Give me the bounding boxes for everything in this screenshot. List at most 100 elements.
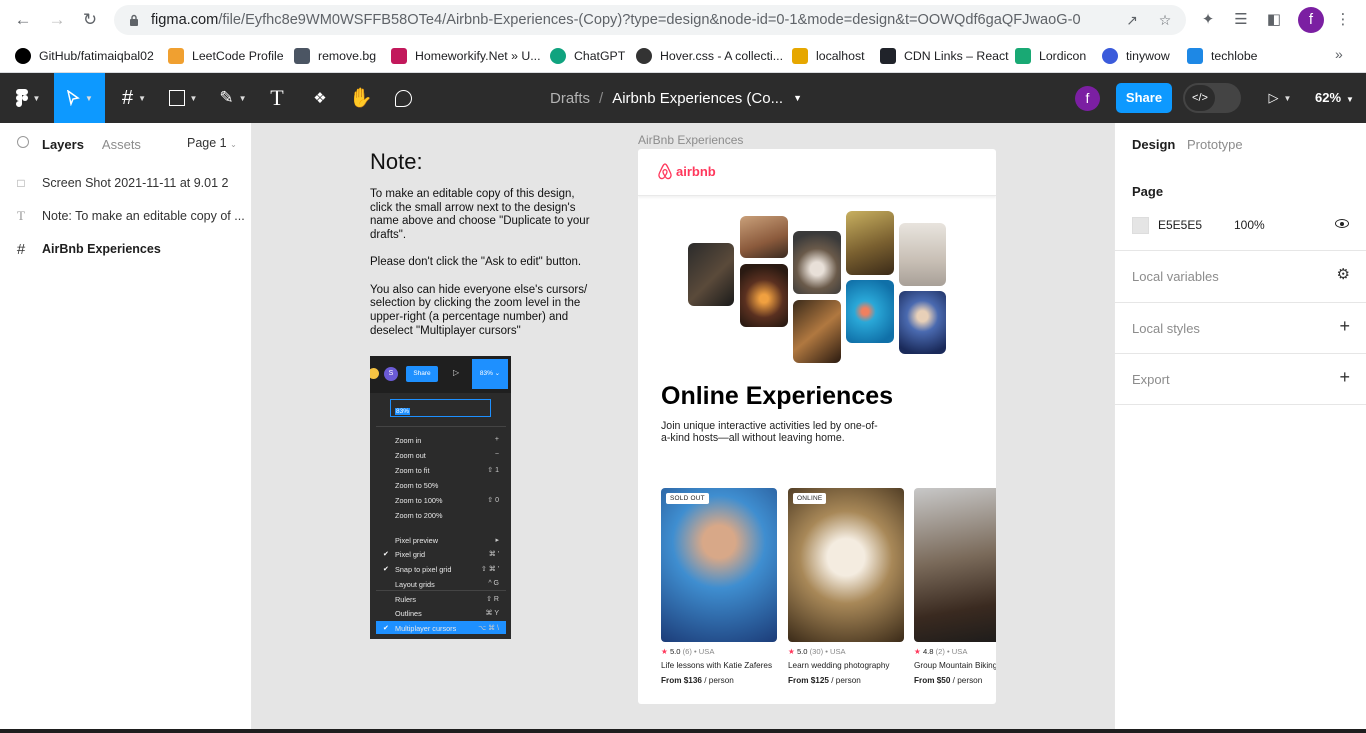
hovercss-icon xyxy=(636,48,652,64)
bookmark-star-icon[interactable]: ☆ xyxy=(1157,12,1173,28)
chatgpt-icon xyxy=(550,48,566,64)
bookmark-localhost[interactable]: localhost xyxy=(792,47,865,65)
bookmark-leetcode[interactable]: LeetCode Profile xyxy=(168,47,284,65)
note-paragraph: You also can hide everyone else's cursor… xyxy=(370,283,588,337)
text-tool[interactable]: T xyxy=(263,73,291,123)
profile-avatar[interactable]: f xyxy=(1298,7,1324,33)
local-styles-section[interactable]: Local styles + xyxy=(1115,303,1366,354)
present-button[interactable]: ▷ ▼ xyxy=(1260,73,1300,123)
logo-text: airbnb xyxy=(676,164,716,179)
kebab-menu-icon[interactable]: ⋮ xyxy=(1333,10,1353,30)
layer-name: AirBnb Experiences xyxy=(42,242,161,256)
zoom-input: 83% xyxy=(390,399,491,417)
tab-design[interactable]: Design xyxy=(1132,137,1175,152)
experience-card[interactable]: SOLD OUT ★ 5.0 (6) • USA Life lessons wi… xyxy=(661,488,777,685)
zoom-value: 62% xyxy=(1315,90,1342,105)
tab-prototype[interactable]: Prototype xyxy=(1187,137,1243,152)
page-selector[interactable]: Page 1 ⌄ xyxy=(187,136,237,150)
menu-item-shortcut: − xyxy=(494,451,499,458)
menu-item: Rulers xyxy=(395,595,417,604)
search-icon[interactable] xyxy=(17,136,29,148)
frame-label[interactable]: AirBnb Experiences xyxy=(638,133,743,147)
layer-name: Note: To make an editable copy of ... xyxy=(42,209,245,223)
reload-icon[interactable]: ↻ xyxy=(75,5,105,35)
page-color-value[interactable]: E5E5E5 xyxy=(1158,218,1202,232)
tab-layers[interactable]: Layers xyxy=(42,137,84,152)
menu-item: Zoom to 100% xyxy=(395,496,443,505)
layer-item[interactable]: # AirBnb Experiences xyxy=(0,234,252,264)
hand-tool[interactable]: ✋ xyxy=(347,73,375,123)
page-opacity-value[interactable]: 100% xyxy=(1234,218,1265,232)
bookmark-chatgpt[interactable]: ChatGPT xyxy=(550,47,625,65)
menu-item: Pixel preview xyxy=(395,536,438,545)
url-text: figma.com/file/Eyfhc8e9WM0WSFFB58OTe4/Ai… xyxy=(151,12,1081,28)
photo-grid-image xyxy=(793,231,841,294)
bookmark-techlobe[interactable]: techlobe xyxy=(1187,47,1258,65)
bookmark-cdn-links[interactable]: CDN Links – React xyxy=(880,47,1009,65)
card-rating: ★ 5.0 (30) • USA xyxy=(788,647,846,656)
more-bookmarks-icon[interactable]: » xyxy=(1335,46,1343,62)
photo-grid-image xyxy=(899,291,946,354)
lordicon-icon xyxy=(1015,48,1031,64)
share-button[interactable]: Share xyxy=(1116,83,1172,113)
dev-mode-toggle[interactable]: </> xyxy=(1183,83,1241,113)
status-badge: ONLINE xyxy=(793,493,827,504)
breadcrumb-drafts[interactable]: Drafts xyxy=(550,90,590,107)
extensions-puzzle-icon[interactable]: ✦ xyxy=(1198,10,1218,30)
techlobe-icon xyxy=(1187,48,1203,64)
design-canvas[interactable]: Note: To make an editable copy of this d… xyxy=(252,123,1114,733)
bookmark-lordicon[interactable]: Lordicon xyxy=(1015,47,1086,65)
airbnb-experiences-frame[interactable]: airbnb Online Experiences Join unique in… xyxy=(638,149,996,704)
homeworkify-icon xyxy=(391,48,407,64)
frame-tool[interactable]: # ▼ xyxy=(114,73,154,123)
screenshot-toolbar: S Share ▷ 83% ⌄ xyxy=(370,356,511,393)
visibility-eye-icon[interactable] xyxy=(1335,219,1349,228)
experience-card[interactable]: ★ 4.8 (2) • USA Group Mountain Biking Fr… xyxy=(914,488,996,685)
bookmark-tinywow[interactable]: tinywow xyxy=(1102,47,1170,65)
card-rating: ★ 4.8 (2) • USA xyxy=(914,647,968,656)
experience-card[interactable]: ONLINE ★ 5.0 (30) • USA Learn wedding ph… xyxy=(788,488,904,685)
photo-grid-image xyxy=(688,243,734,306)
bookmark-hovercss[interactable]: Hover.css - A collecti... xyxy=(636,47,783,65)
main-menu-button[interactable]: ▼ xyxy=(8,73,48,123)
address-bar[interactable]: figma.com/file/Eyfhc8e9WM0WSFFB58OTe4/Ai… xyxy=(114,5,1186,35)
back-arrow-icon[interactable]: ← xyxy=(8,5,38,35)
tab-assets[interactable]: Assets xyxy=(102,137,141,152)
plus-icon[interactable]: + xyxy=(1339,316,1350,337)
pen-tool[interactable]: ✎ ▼ xyxy=(213,73,253,123)
zoom-level[interactable]: 62% ▼ xyxy=(1315,73,1354,123)
page-heading: Page xyxy=(1132,184,1164,199)
move-tool[interactable]: ▼ xyxy=(54,73,105,123)
forward-arrow-icon[interactable]: → xyxy=(42,5,72,35)
plus-icon[interactable]: + xyxy=(1339,367,1350,388)
layer-item[interactable]: T Note: To make an editable copy of ... xyxy=(0,201,252,231)
image-icon: □ xyxy=(17,176,25,190)
chevron-down-icon[interactable]: ▼ xyxy=(793,93,802,103)
side-panel-icon[interactable]: ◧ xyxy=(1264,10,1284,30)
left-panel-tabs: Layers Assets Page 1 ⌄ xyxy=(0,123,251,165)
photo-grid-image xyxy=(899,223,946,286)
file-name[interactable]: Airbnb Experiences (Co... xyxy=(612,90,783,107)
variables-sliders-icon[interactable]: ⚙ xyxy=(1337,265,1350,283)
layer-item[interactable]: □ Screen Shot 2021-11-11 at 9.01 2 xyxy=(0,168,252,198)
rectangle-icon xyxy=(168,90,185,106)
note-text-layer[interactable]: Note: To make an editable copy of this d… xyxy=(370,150,600,352)
comment-tool[interactable] xyxy=(388,73,418,123)
screenshot-image[interactable]: S Share ▷ 83% ⌄ 83% Zoom in + Zoom out − Zoo… xyxy=(370,356,511,639)
page-color-swatch[interactable] xyxy=(1132,217,1149,234)
export-section[interactable]: Export + xyxy=(1115,354,1366,405)
media-control-icon[interactable]: ☰ xyxy=(1231,10,1251,30)
share-page-icon[interactable]: ↗ xyxy=(1124,12,1140,28)
figma-logo-icon xyxy=(15,89,28,107)
menu-item: Zoom to 50% xyxy=(395,481,439,490)
card-image xyxy=(914,488,996,642)
bookmark-github[interactable]: GitHub/fatimaiqbal02 xyxy=(15,47,154,65)
bookmark-homeworkify[interactable]: Homeworkify.Net » U... xyxy=(391,47,541,65)
bookmark-removebg[interactable]: remove.bg xyxy=(294,47,376,65)
note-title: Note: xyxy=(370,149,423,174)
card-price: From $125 / person xyxy=(788,676,861,685)
local-variables-section[interactable]: Local variables ⚙ xyxy=(1115,251,1366,303)
user-avatar[interactable]: f xyxy=(1075,86,1100,111)
shape-tool[interactable]: ▼ xyxy=(163,73,203,123)
components-tool[interactable]: ❖ xyxy=(305,73,335,123)
